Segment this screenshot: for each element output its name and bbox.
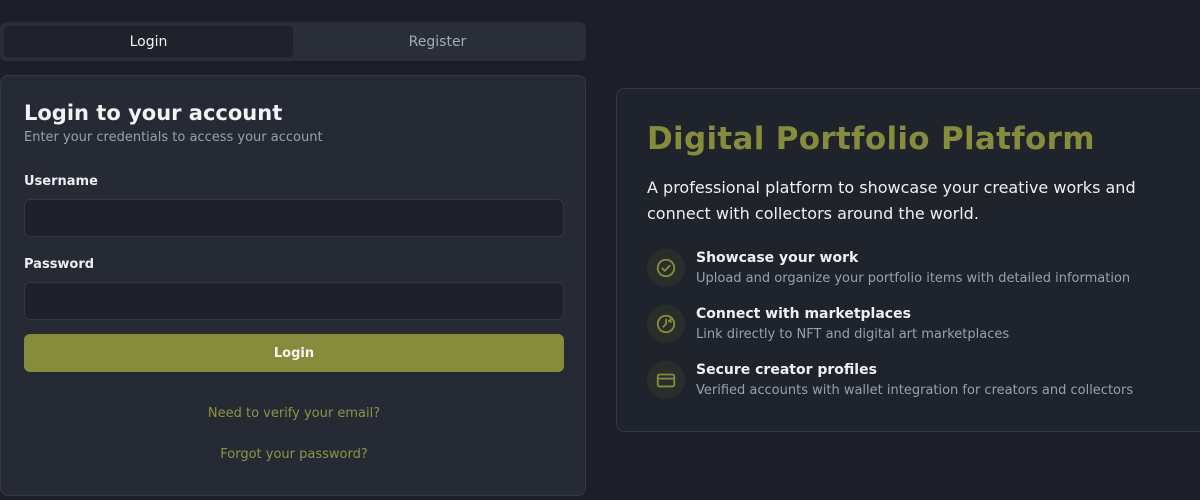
credit-card-icon bbox=[647, 361, 685, 399]
forgot-password-link[interactable]: Forgot your password? bbox=[1, 447, 587, 462]
login-title: Login to your account bbox=[24, 101, 283, 125]
info-description: A professional platform to showcase your… bbox=[647, 178, 1136, 223]
feature-item: Connect with marketplaces Link directly … bbox=[647, 305, 1009, 343]
username-input[interactable] bbox=[24, 199, 564, 237]
info-card: Digital Portfolio Platform A professiona… bbox=[616, 88, 1200, 432]
login-card: Login to your account Enter your credent… bbox=[0, 75, 586, 496]
login-subtitle: Enter your credentials to access your ac… bbox=[24, 130, 323, 145]
feature-item: Showcase your work Upload and organize y… bbox=[647, 249, 1130, 287]
username-label: Username bbox=[24, 174, 98, 189]
login-button[interactable]: Login bbox=[24, 334, 564, 372]
auth-tabs: Login Register bbox=[0, 22, 586, 61]
verify-email-link[interactable]: Need to verify your email? bbox=[1, 406, 587, 421]
clock-arrow-icon bbox=[647, 305, 685, 343]
feature-item: Secure creator profiles Verified account… bbox=[647, 361, 1133, 399]
password-label: Password bbox=[24, 257, 95, 272]
feature-desc: Verified accounts with wallet integratio… bbox=[696, 383, 1134, 398]
tab-login[interactable]: Login bbox=[4, 26, 293, 57]
check-circle-icon bbox=[647, 249, 685, 287]
feature-desc: Link directly to NFT and digital art mar… bbox=[696, 327, 1010, 342]
feature-title: Secure creator profiles bbox=[696, 362, 877, 378]
feature-desc: Upload and organize your portfolio items… bbox=[696, 271, 1131, 286]
password-input[interactable] bbox=[24, 282, 564, 320]
info-title: Digital Portfolio Platform bbox=[647, 121, 1095, 157]
tab-register[interactable]: Register bbox=[293, 26, 582, 57]
feature-title: Connect with marketplaces bbox=[696, 306, 911, 322]
feature-title: Showcase your work bbox=[696, 250, 859, 266]
